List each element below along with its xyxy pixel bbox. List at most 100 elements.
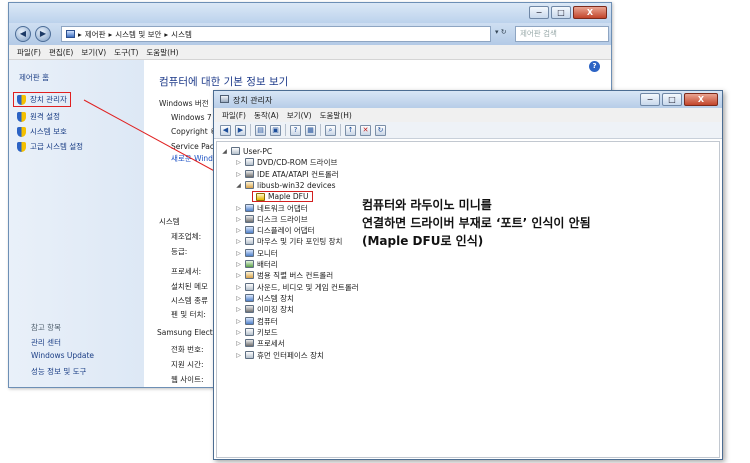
tree-node-maple-dfu[interactable]: Maple DFU [252,191,313,202]
tree-node-label: User-PC [243,146,273,156]
tree-node-label: 범용 직렬 버스 컨트롤러 [257,270,334,280]
tree-node[interactable]: ▷ 프로세서 [235,338,284,348]
tree-node-label: libusb-win32 devices [257,180,336,190]
menu-action[interactable]: 동작(A) [254,110,279,121]
expand-icon[interactable]: ▷ [235,295,242,302]
expand-icon[interactable]: ▷ [235,205,242,212]
monitor-icon [245,249,254,257]
usb-controller-icon [245,271,254,279]
refresh-icon[interactable]: ▣ [270,124,281,136]
ide-controller-icon [245,170,254,178]
tree-node-label: 이미징 장치 [257,304,294,314]
expand-icon[interactable]: ▷ [235,261,242,268]
imaging-device-icon [245,305,254,313]
window-title: 장치 관리자 [233,96,273,105]
tree-node[interactable]: ▷ 마우스 및 기타 포인팅 장치 [235,236,342,246]
menu-help[interactable]: 도움말(H) [320,110,352,121]
annotation-line: (Maple DFU로 인식) [362,234,484,248]
processor-icon [245,339,254,347]
tree-node[interactable]: ▷ DVD/CD-ROM 드라이브 [235,157,337,167]
tree-node-label: Maple DFU [268,192,309,201]
minimize-button[interactable]: − [640,93,660,106]
back-icon[interactable]: ◀ [220,124,231,136]
tree-node[interactable]: ▷ 배터리 [235,259,278,269]
dvd-drive-icon [245,158,254,166]
help-icon[interactable]: ? [290,124,301,136]
tree-node-label: 마우스 및 기타 포인팅 장치 [257,236,343,246]
tree-node-label: 키보드 [257,327,278,337]
expand-icon[interactable]: ▷ [235,306,242,313]
tree-node[interactable]: ▷ 휴먼 인터페이스 장치 [235,350,324,360]
device-manager-toolbar: ◀ ▶ ▤ ▣ ? ▦ ⌕ ↑ ✕ ↻ [214,122,722,139]
expand-icon[interactable]: ▷ [235,352,242,359]
expand-icon[interactable]: ▷ [235,238,242,245]
annotation-line: 컴퓨터와 라두이노 미니를 [362,198,492,212]
enable-icon[interactable]: ↻ [375,124,386,136]
tree-node-label: 네트워크 어댑터 [257,203,308,213]
expand-icon[interactable]: ▷ [235,340,242,347]
expand-icon[interactable]: ▷ [235,159,242,166]
expand-icon[interactable]: ▷ [235,329,242,336]
expand-icon[interactable]: ▷ [235,318,242,325]
tree-node-label: 시스템 장치 [257,293,294,303]
scan-icon[interactable]: ⌕ [325,124,336,136]
expand-icon[interactable]: ▷ [235,284,242,291]
computer-icon [245,317,254,325]
tree-node-label: 컴퓨터 [257,316,278,326]
view-icon[interactable]: ▦ [305,124,316,136]
tree-node-label: 디스플레이 어댑터 [257,225,315,235]
tree-node[interactable]: ▷ 모니터 [235,248,278,258]
display-adapter-icon [245,226,254,234]
uninstall-icon[interactable]: ✕ [360,124,371,136]
tree-node[interactable]: ▷ 사운드, 비디오 및 게임 컨트롤러 [235,282,359,292]
tree-node[interactable]: ◢ libusb-win32 devices [235,180,336,190]
sound-icon [245,283,254,291]
collapse-icon[interactable]: ◢ [235,182,242,189]
tree-node[interactable]: ▷ 이미징 장치 [235,304,294,314]
tree-node-label: 사운드, 비디오 및 게임 컨트롤러 [257,282,359,292]
expand-icon[interactable]: ▷ [235,250,242,257]
device-manager-menubar: 파일(F) 동작(A) 보기(V) 도움말(H) [214,108,722,122]
properties-icon[interactable]: ▤ [255,124,266,136]
expand-icon[interactable]: ▷ [235,227,242,234]
annotation-line: 연결하면 드라이버 부재로 ‘포트’ 인식이 안됨 [362,216,591,230]
tree-node[interactable]: ▷ 키보드 [235,327,278,337]
expand-icon[interactable]: ▷ [235,272,242,279]
tree-node[interactable]: ▷ 시스템 장치 [235,293,294,303]
collapse-icon[interactable]: ◢ [221,148,228,155]
expand-icon[interactable]: ▷ [235,216,242,223]
mouse-icon [245,237,254,245]
device-manager-titlebar: 장치 관리자 − □ X [214,91,722,108]
annotation-callout: 컴퓨터와 라두이노 미니를 연결하면 드라이버 부재로 ‘포트’ 인식이 안됨 … [362,196,591,250]
menu-view[interactable]: 보기(V) [287,110,312,121]
usb-device-icon [245,181,254,189]
tree-node[interactable]: ▷ 디스크 드라이브 [235,214,308,224]
tree-node-label: 모니터 [257,248,278,258]
menu-file[interactable]: 파일(F) [222,110,246,121]
network-adapter-icon [245,204,254,212]
tree-node[interactable]: ▷ IDE ATA/ATAPI 컨트롤러 [235,169,339,179]
tree-node[interactable]: ▷ 범용 직렬 버스 컨트롤러 [235,270,333,280]
forward-icon[interactable]: ▶ [235,124,246,136]
system-device-icon [245,294,254,302]
tree-node-label: 배터리 [257,259,278,269]
hid-icon [245,351,254,359]
tree-node[interactable]: ▷ 컴퓨터 [235,316,278,326]
tree-root[interactable]: ◢ User-PC [221,146,272,156]
battery-icon [245,260,254,268]
keyboard-icon [245,328,254,336]
device-manager-window: 장치 관리자 − □ X 파일(F) 동작(A) 보기(V) 도움말(H) ◀ … [213,90,723,460]
tree-node[interactable]: ▷ 디스플레이 어댑터 [235,225,315,235]
tree-node[interactable]: ▷ 네트워크 어댑터 [235,203,308,213]
computer-icon [231,147,240,155]
close-button[interactable]: X [684,93,718,106]
expand-icon[interactable]: ▷ [235,171,242,178]
disk-drive-icon [245,215,254,223]
tree-node-label: 휴먼 인터페이스 장치 [257,350,324,360]
device-manager-icon [220,95,229,103]
update-driver-icon[interactable]: ↑ [345,124,356,136]
tree-node-label: IDE ATA/ATAPI 컨트롤러 [257,169,339,179]
device-manager-caption-buttons: − □ X [640,93,718,106]
maximize-button[interactable]: □ [662,93,682,106]
tree-node-label: DVD/CD-ROM 드라이브 [257,157,338,167]
